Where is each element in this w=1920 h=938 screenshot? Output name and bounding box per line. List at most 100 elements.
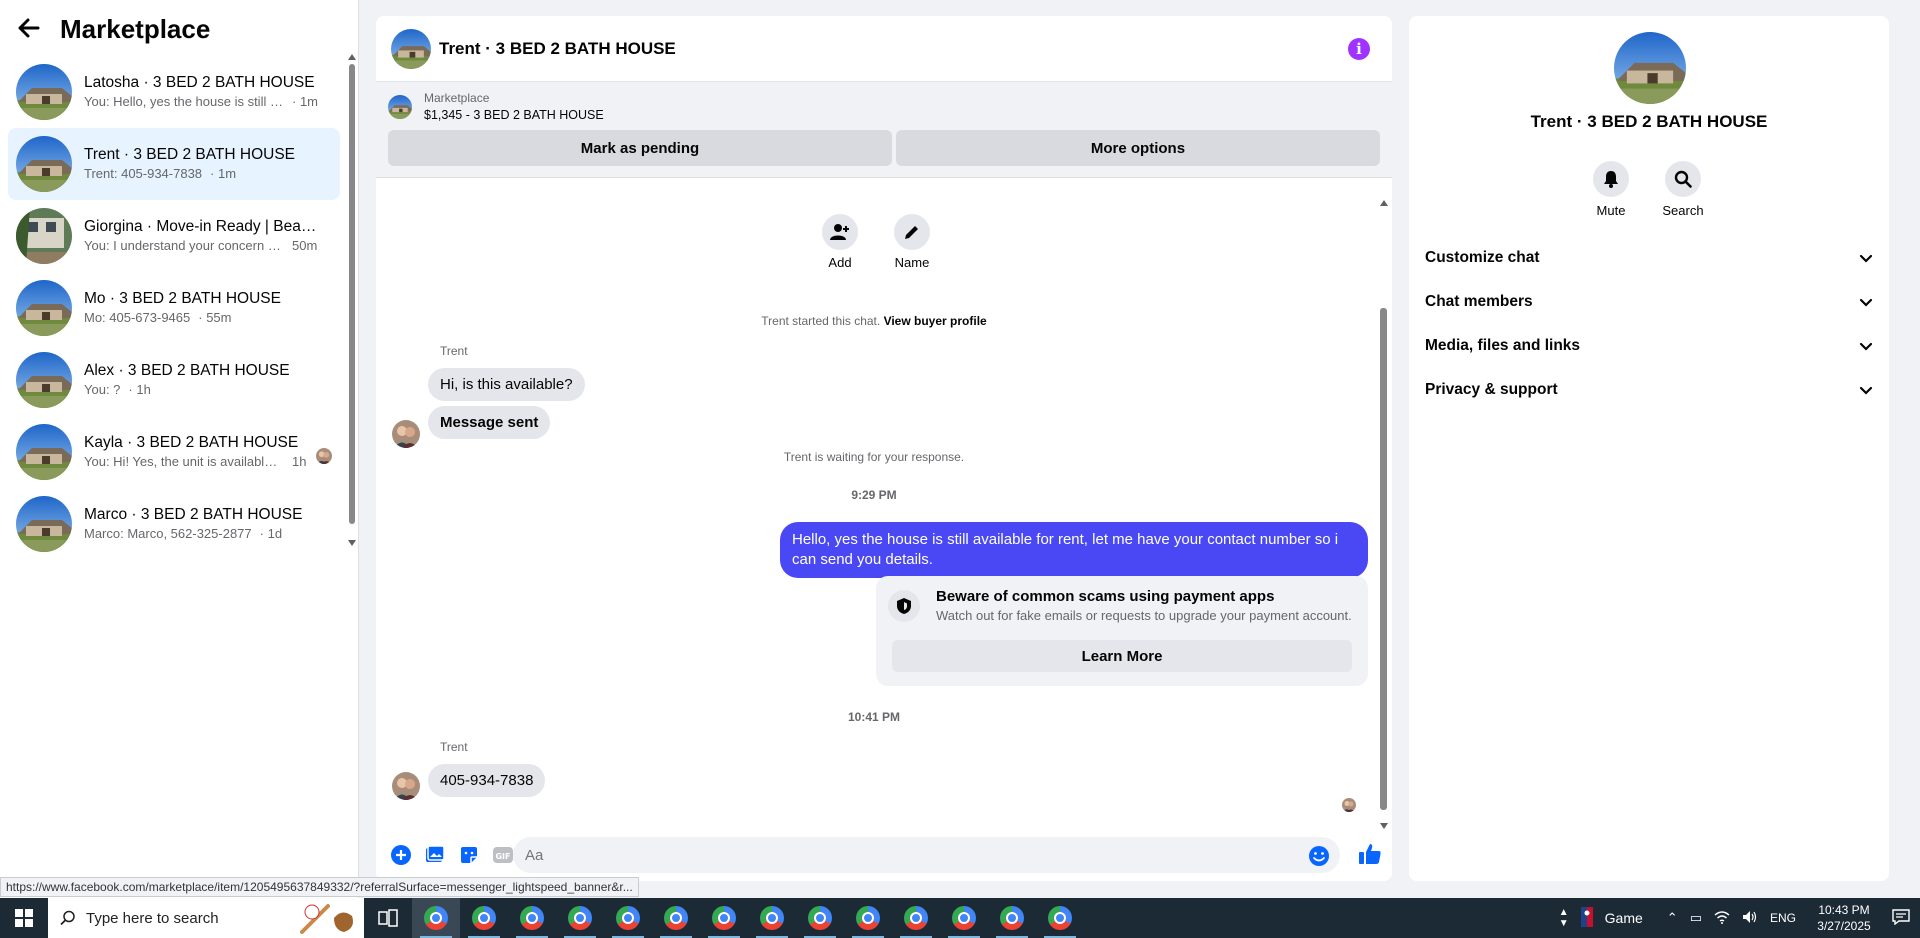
tray-chevron-icon[interactable]: ▲ ▼ xyxy=(1559,907,1569,929)
chevron-down-icon xyxy=(1859,342,1873,351)
mute-button[interactable]: Mute xyxy=(1581,161,1641,218)
plus-circle-icon[interactable] xyxy=(390,844,412,866)
taskbar-app-chrome-profile[interactable] xyxy=(988,898,1036,938)
learn-more-button[interactable]: Learn More xyxy=(892,640,1352,672)
section-customize-chat[interactable]: Customize chat xyxy=(1425,236,1873,280)
conversation-item-giorgina[interactable]: Giorgina · Move-in Ready | Beau... You: … xyxy=(8,200,340,272)
section-chat-members[interactable]: Chat members xyxy=(1425,280,1873,324)
conversation-name: Marco · 3 BED 2 BATH HOUSE xyxy=(84,506,303,523)
taskbar-app-chrome-profile[interactable] xyxy=(556,898,604,938)
scroll-down-icon[interactable] xyxy=(348,540,356,546)
profile-avatar[interactable] xyxy=(1614,32,1686,104)
taskbar-app-chrome-active[interactable] xyxy=(412,898,460,938)
conversation-item-latosha[interactable]: Latosha · 3 BED 2 BATH HOUSE You: Hello,… xyxy=(8,56,340,128)
mark-as-pending-button[interactable]: Mark as pending xyxy=(388,130,892,166)
taskbar-clock[interactable]: 10:43 PM 3/27/2025 xyxy=(1802,902,1886,934)
sender-avatar[interactable] xyxy=(392,420,420,448)
task-view-button[interactable] xyxy=(364,898,412,938)
chat-avatar[interactable] xyxy=(391,28,431,69)
more-options-button[interactable]: More options xyxy=(895,130,1380,166)
listing-banner: Marketplace $1,345 - 3 BED 2 BATH HOUSE … xyxy=(376,82,1392,178)
back-arrow-icon[interactable] xyxy=(18,16,40,42)
windows-taskbar: Type here to search ▲ ▼ Game ⌃ ▭ ENG 10:4… xyxy=(0,898,1920,938)
svg-text:GIF: GIF xyxy=(495,852,510,861)
sidebar-title: Marketplace xyxy=(60,13,211,44)
chevron-down-icon xyxy=(1859,254,1873,263)
chat-panel: Trent · 3 BED 2 BATH HOUSE i Marketplace… xyxy=(376,16,1392,881)
taskbar-app-chrome-profile[interactable] xyxy=(508,898,556,938)
section-label: Media, files and links xyxy=(1425,337,1581,354)
section-media-files-links[interactable]: Media, files and links xyxy=(1425,324,1873,368)
name-button[interactable] xyxy=(894,214,930,250)
taskbar-app-chrome-profile[interactable] xyxy=(844,898,892,938)
conversation-item-mo[interactable]: Mo · 3 BED 2 BATH HOUSE Mo: 405-673-9465… xyxy=(8,272,340,344)
taskbar-app-chrome-profile[interactable] xyxy=(796,898,844,938)
taskbar-app-chrome-profile[interactable] xyxy=(652,898,700,938)
conversation-item-alex[interactable]: Alex · 3 BED 2 BATH HOUSE You: ? · 1h xyxy=(8,344,340,416)
incoming-message[interactable]: Hi, is this available? xyxy=(428,368,585,401)
chat-title[interactable]: Trent · 3 BED 2 BATH HOUSE xyxy=(439,39,676,59)
game-widget[interactable]: Game xyxy=(1605,910,1643,926)
gif-icon[interactable]: GIF xyxy=(492,844,514,866)
sender-avatar[interactable] xyxy=(392,772,420,800)
windows-start-button[interactable] xyxy=(0,898,48,938)
image-icon[interactable] xyxy=(424,844,446,866)
volume-icon[interactable] xyxy=(1742,910,1758,927)
conversation-time: · 1d xyxy=(259,526,283,541)
conversation-item-marco[interactable]: Marco · 3 BED 2 BATH HOUSE Marco: Marco,… xyxy=(8,488,340,560)
section-privacy-support[interactable]: Privacy & support xyxy=(1425,368,1873,412)
conversation-preview: Mo: 405-673-9465 xyxy=(84,310,191,325)
listing-avatar xyxy=(16,136,72,192)
taskbar-app-chrome-profile[interactable] xyxy=(604,898,652,938)
add-person-icon xyxy=(830,224,849,240)
conversation-item-trent[interactable]: Trent · 3 BED 2 BATH HOUSE Trent: 405-93… xyxy=(8,128,340,200)
notification-icon[interactable] xyxy=(1892,908,1910,928)
chrome-icon xyxy=(664,906,688,930)
language-indicator[interactable]: ENG xyxy=(1770,911,1796,925)
add-label: Add xyxy=(828,255,852,270)
conversation-name: Mo · 3 BED 2 BATH HOUSE xyxy=(84,290,281,307)
info-icon[interactable]: i xyxy=(1348,38,1370,60)
taskbar-app-chrome-profile[interactable] xyxy=(748,898,796,938)
incoming-message[interactable]: Message sent xyxy=(428,406,551,439)
read-receipt-avatar xyxy=(1342,798,1356,812)
taskbar-app-chrome-profile[interactable] xyxy=(1036,898,1084,938)
taskbar-app-chrome-profile[interactable] xyxy=(700,898,748,938)
sticker-icon[interactable] xyxy=(458,844,480,866)
thumbs-up-icon[interactable] xyxy=(1358,842,1382,871)
chat-scrollbar[interactable] xyxy=(1376,180,1392,829)
composer: GIF xyxy=(376,829,1392,881)
conversation-time: 1h xyxy=(292,454,307,469)
scrollbar-thumb[interactable] xyxy=(349,64,355,524)
message-input[interactable] xyxy=(513,837,1340,873)
conversation-item-kayla[interactable]: Kayla · 3 BED 2 BATH HOUSE You: Hi! Yes,… xyxy=(8,416,340,488)
view-buyer-profile-link[interactable]: View buyer profile xyxy=(884,314,987,328)
waiting-notice: Trent is waiting for your response. xyxy=(783,450,965,464)
meet-now-icon[interactable]: ▭ xyxy=(1690,910,1702,926)
emoji-icon[interactable] xyxy=(1308,845,1330,872)
search-icon xyxy=(1674,170,1692,188)
listing-link[interactable]: Marketplace $1,345 - 3 BED 2 BATH HOUSE xyxy=(388,90,1380,124)
chrome-icon xyxy=(472,906,496,930)
scroll-up-icon[interactable] xyxy=(348,54,356,60)
nba-icon[interactable] xyxy=(1580,906,1593,930)
search-button[interactable]: Search xyxy=(1653,161,1713,218)
outgoing-message[interactable]: Hello, yes the house is still available … xyxy=(780,522,1368,578)
show-hidden-icons-icon[interactable]: ⌃ xyxy=(1667,910,1678,926)
conversation-preview: Trent: 405-934-7838 xyxy=(84,166,203,181)
incoming-message[interactable]: 405-934-7838 xyxy=(428,764,546,797)
scroll-up-icon[interactable] xyxy=(1380,200,1388,206)
mute-label: Mute xyxy=(1596,203,1626,218)
taskbar-app-chrome-profile[interactable] xyxy=(460,898,508,938)
taskbar-app-chrome-profile[interactable] xyxy=(940,898,988,938)
chrome-icon xyxy=(904,906,928,930)
scrollbar-thumb[interactable] xyxy=(1380,308,1387,810)
conversation-preview: Marco: Marco, 562-325-2877 xyxy=(84,526,252,541)
taskbar-app-chrome-profile[interactable] xyxy=(892,898,940,938)
wifi-icon[interactable] xyxy=(1714,910,1730,927)
taskbar-search-box[interactable]: Type here to search xyxy=(48,898,364,938)
add-person-button[interactable] xyxy=(822,214,858,250)
section-label: Chat members xyxy=(1425,293,1533,310)
sidebar-scrollbar[interactable] xyxy=(347,50,357,550)
conversation-time: · 1m xyxy=(292,94,318,109)
